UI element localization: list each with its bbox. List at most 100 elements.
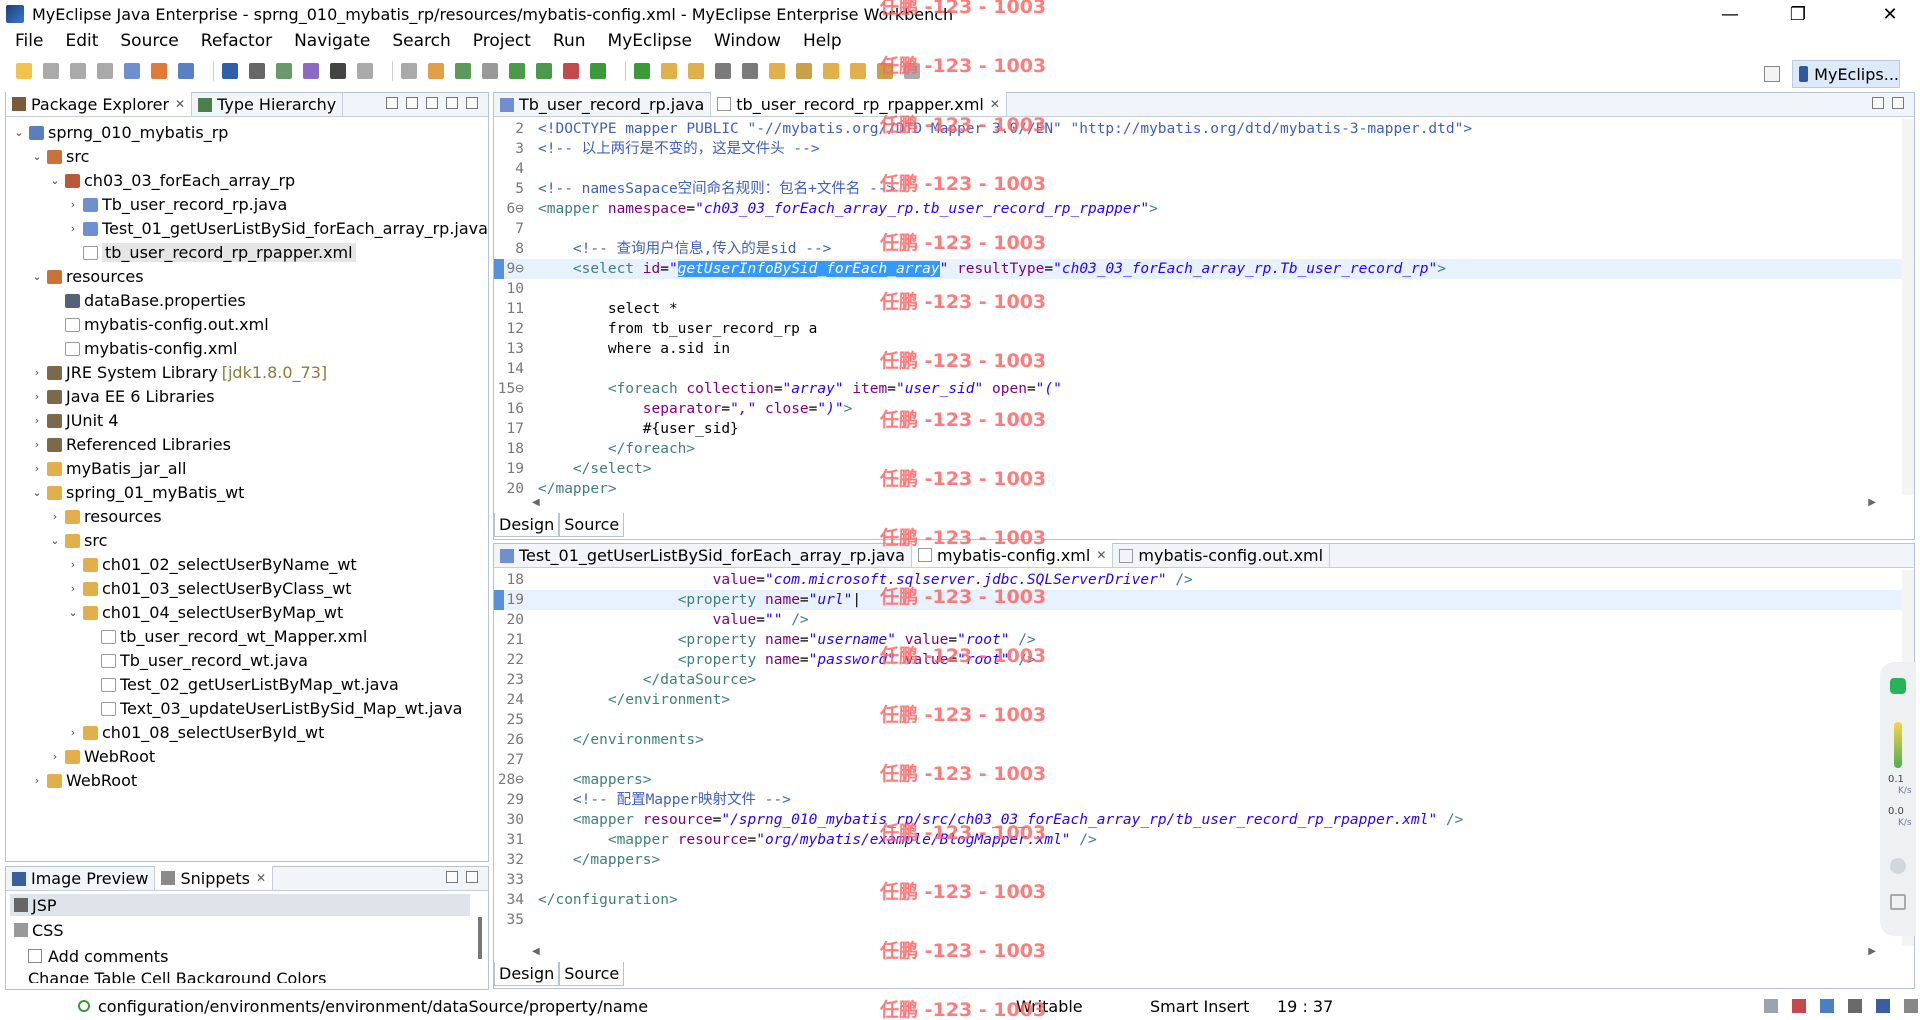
snippet-category-jsp[interactable]: JSP xyxy=(10,894,470,916)
chevron-down-icon[interactable]: ⌄ xyxy=(66,606,80,619)
tree-item[interactable]: mybatis-config.xml xyxy=(48,337,237,360)
code-line[interactable]: 16 separator="," close=")"> xyxy=(494,399,1914,419)
scroll-right-icon[interactable]: ▶ xyxy=(1868,497,1876,508)
code-line[interactable]: 5 <!-- namesSapace空间命名规则：包名+文件名 --> xyxy=(494,179,1914,199)
toolbar-icon[interactable] xyxy=(178,63,194,79)
maximize-view-icon[interactable] xyxy=(466,871,478,883)
chevron-right-icon[interactable]: › xyxy=(30,438,44,451)
tray-icon[interactable] xyxy=(1848,999,1862,1013)
menu-help[interactable]: Help xyxy=(792,31,853,51)
toolbar-icon[interactable] xyxy=(124,63,140,79)
toolbar-icon[interactable] xyxy=(357,63,373,79)
code-line[interactable]: 30 <mapper resource="/sprng_010_mybatis_… xyxy=(494,810,1914,830)
tree-item[interactable]: mybatis-config.out.xml xyxy=(48,313,269,336)
code-line[interactable]: 24 </environment> xyxy=(494,690,1914,710)
code-line[interactable]: 6⊖ <mapper namespace="ch03_03_forEach_arr… xyxy=(494,199,1914,219)
tab-tb-user-record-rp-java[interactable]: Tb_user_record_rp.java xyxy=(494,93,712,116)
code-line[interactable]: 12 from tb_user_record_rp a xyxy=(494,319,1914,339)
tab-design[interactable]: Design xyxy=(494,962,560,986)
toolbar-icon[interactable] xyxy=(661,63,677,79)
tree-item[interactable]: › ch01_02_selectUserByName_wt xyxy=(66,553,357,576)
tree-item[interactable]: Text_03_updateUserListBySid_Map_wt.java xyxy=(84,697,462,720)
code-line[interactable]: 33 xyxy=(494,870,1914,890)
toolbar-icon[interactable] xyxy=(43,63,59,79)
code-line[interactable]: 15⊖ <foreach collection="array" item="us… xyxy=(494,379,1914,399)
code-line[interactable]: 8 <!-- 查询用户信息,传入的是sid --> xyxy=(494,239,1914,259)
toolbar-icon[interactable] xyxy=(276,63,292,79)
code-line[interactable]: 18 </foreach> xyxy=(494,439,1914,459)
code-line[interactable]: 34 </configuration> xyxy=(494,890,1914,910)
open-perspective-icon[interactable] xyxy=(1764,66,1780,82)
tab-tb-user-record-rp-rpapper-xml[interactable]: tb_user_record_rp_rpapper.xml ✕ xyxy=(711,92,1007,116)
chevron-right-icon[interactable]: › xyxy=(66,198,80,211)
snippet-item[interactable]: Change Table Cell Background Colors xyxy=(28,969,326,983)
view-menu-icon[interactable] xyxy=(426,97,438,109)
code-line[interactable]: 21 <property name="username" value="root… xyxy=(494,630,1914,650)
toolbar-icon[interactable] xyxy=(151,63,167,79)
toolbar-icon[interactable] xyxy=(715,63,731,79)
toolbar-icon[interactable] xyxy=(742,63,758,79)
toolbar-icon[interactable] xyxy=(823,63,839,79)
xml-source-editor[interactable]: 2 <!DOCTYPE mapper PUBLIC "-//mybatis.org… xyxy=(494,119,1914,497)
toolbar-icon[interactable] xyxy=(536,63,552,79)
menu-search[interactable]: Search xyxy=(381,31,461,51)
link-editor-icon[interactable] xyxy=(406,97,418,109)
chevron-right-icon[interactable]: › xyxy=(30,414,44,427)
collapse-all-icon[interactable] xyxy=(386,97,398,109)
tree-item[interactable]: ⌄ src xyxy=(48,529,107,552)
code-line[interactable]: 29 <!-- 配置Mapper映射文件 --> xyxy=(494,790,1914,810)
tree-item[interactable]: ⌄ ch01_04_selectUserByMap_wt xyxy=(66,601,343,624)
chevron-down-icon[interactable]: ⌄ xyxy=(30,150,44,163)
close-button[interactable]: ✕ xyxy=(1860,0,1920,28)
tray-icon[interactable] xyxy=(1904,999,1918,1013)
code-line[interactable]: 9⊖ <select id="getUserInfoBySid_forEach_… xyxy=(494,259,1914,279)
close-icon[interactable]: ✕ xyxy=(1096,548,1106,562)
tree-item[interactable]: Tb_user_record_wt.java xyxy=(84,649,308,672)
tab-image-preview[interactable]: Image Preview xyxy=(6,867,156,890)
tree-item[interactable]: tb_user_record_wt_Mapper.xml xyxy=(84,625,367,648)
toolbar-icon[interactable] xyxy=(303,63,319,79)
scroll-left-icon[interactable]: ◀ xyxy=(532,497,540,508)
tree-item[interactable]: › Tb_user_record_rp.java xyxy=(66,193,287,216)
toolbar-icon[interactable] xyxy=(482,63,498,79)
close-icon[interactable]: ✕ xyxy=(256,871,266,885)
toolbar-icon[interactable] xyxy=(222,63,238,79)
code-line[interactable]: 22 <property name="password" value="root… xyxy=(494,650,1914,670)
tree-item[interactable]: › WebRoot xyxy=(30,769,137,792)
menu-file[interactable]: File xyxy=(4,31,54,51)
chevron-down-icon[interactable]: ⌄ xyxy=(48,174,62,187)
vertical-scrollbar[interactable] xyxy=(1902,119,1914,495)
chevron-down-icon[interactable]: ⌄ xyxy=(12,126,26,139)
menu-refactor[interactable]: Refactor xyxy=(190,31,283,51)
tree-item[interactable]: ⌄ resources xyxy=(30,265,143,288)
toolbar-icon[interactable] xyxy=(877,63,893,79)
toolbar-icon[interactable] xyxy=(634,63,650,79)
tree-item[interactable]: › ch01_08_selectUserById_wt xyxy=(66,721,325,744)
code-line[interactable]: 27 xyxy=(494,750,1914,770)
code-line[interactable]: 11 select * xyxy=(494,299,1914,319)
tab-source[interactable]: Source xyxy=(559,962,625,986)
tab-mybatis-config-xml[interactable]: mybatis-config.xml ✕ xyxy=(911,543,1114,567)
menu-source[interactable]: Source xyxy=(109,31,189,51)
tab-source[interactable]: Source xyxy=(559,513,625,537)
code-line[interactable]: 28⊖ <mappers> xyxy=(494,770,1914,790)
tab-package-explorer[interactable]: Package Explorer ✕ xyxy=(6,92,193,116)
tree-item[interactable]: › JRE System Library [jdk1.8.0_73] xyxy=(30,361,327,384)
tray-icon[interactable] xyxy=(1820,999,1834,1013)
toolbar-icon[interactable] xyxy=(769,63,785,79)
snippet-category-css[interactable]: CSS xyxy=(10,919,470,941)
tab-mybatis-config-out-xml[interactable]: mybatis-config.out.xml xyxy=(1113,544,1331,567)
chevron-right-icon[interactable]: › xyxy=(30,390,44,403)
tree-item[interactable]: ⌄ src xyxy=(30,145,89,168)
toolbar-icon[interactable] xyxy=(249,63,265,79)
toolbar-icon[interactable] xyxy=(401,63,417,79)
chevron-right-icon[interactable]: › xyxy=(48,510,62,523)
tree-item[interactable]: tb_user_record_rp_rpapper.xml xyxy=(66,241,356,264)
tray-icon[interactable] xyxy=(1764,999,1778,1013)
chevron-right-icon[interactable]: › xyxy=(66,558,80,571)
tree-item[interactable]: Test_02_getUserListByMap_wt.java xyxy=(84,673,399,696)
menu-run[interactable]: Run xyxy=(542,31,597,51)
code-line[interactable]: 18 value="com.microsoft.sqlserver.jdbc.S… xyxy=(494,570,1914,590)
tree-item[interactable]: › JUnit 4 xyxy=(30,409,119,432)
tree-item[interactable]: › Java EE 6 Libraries xyxy=(30,385,215,408)
